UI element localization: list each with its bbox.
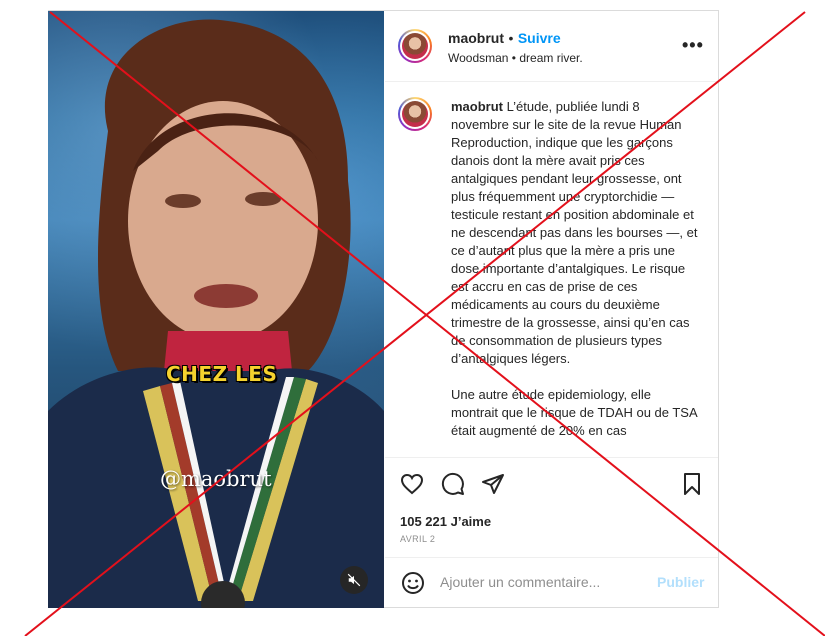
- speaker-muted-icon: [347, 573, 361, 587]
- comment-icon: [441, 472, 464, 495]
- heart-icon: [400, 473, 424, 495]
- header-separator: •: [508, 30, 514, 46]
- caption-body: maobrut L’étude, publiée lundi 8 novembr…: [451, 98, 701, 440]
- post-header: maobrut • Suivre Woodsman • dream river.…: [385, 11, 718, 82]
- more-horizontal-icon: •••: [682, 35, 704, 55]
- avatar[interactable]: [398, 29, 432, 63]
- caption-avatar[interactable]: [398, 97, 432, 131]
- save-button[interactable]: [678, 470, 706, 498]
- post-date[interactable]: AVRIL 2: [400, 534, 435, 544]
- post-actions: 105 221 J’aime AVRIL 2: [385, 457, 718, 558]
- caption-text: L’étude, publiée lundi 8 novembre sur le…: [451, 99, 698, 438]
- share-button[interactable]: [479, 470, 507, 498]
- publish-button[interactable]: Publier: [657, 574, 704, 590]
- audio-subtitle[interactable]: Woodsman • dream river.: [448, 51, 583, 65]
- smiley-icon: [402, 572, 424, 594]
- header-username[interactable]: maobrut: [448, 30, 504, 46]
- bookmark-icon: [684, 473, 700, 495]
- video-watermark: @maobrut: [160, 467, 272, 491]
- comment-button[interactable]: [439, 470, 467, 498]
- follow-button[interactable]: Suivre: [518, 30, 561, 46]
- comment-input[interactable]: Ajouter un commentaire...: [440, 574, 600, 590]
- more-options-button[interactable]: •••: [682, 35, 704, 56]
- emoji-button[interactable]: [399, 569, 427, 597]
- header-title-row: maobrut • Suivre: [448, 30, 561, 48]
- person-figure: [48, 19, 384, 608]
- mute-button[interactable]: [340, 566, 368, 594]
- likes-count[interactable]: 105 221 J’aime: [400, 514, 491, 529]
- caption-username[interactable]: maobrut: [451, 99, 503, 114]
- like-button[interactable]: [398, 470, 426, 498]
- comments-panel[interactable]: maobrut L’étude, publiée lundi 8 novembr…: [385, 82, 718, 456]
- video-overlay-caption: CHEZ LES: [166, 362, 278, 386]
- post-video[interactable]: CHEZ LES @maobrut: [48, 11, 384, 608]
- comment-box: Ajouter un commentaire... Publier: [385, 557, 718, 608]
- send-icon: [482, 474, 504, 494]
